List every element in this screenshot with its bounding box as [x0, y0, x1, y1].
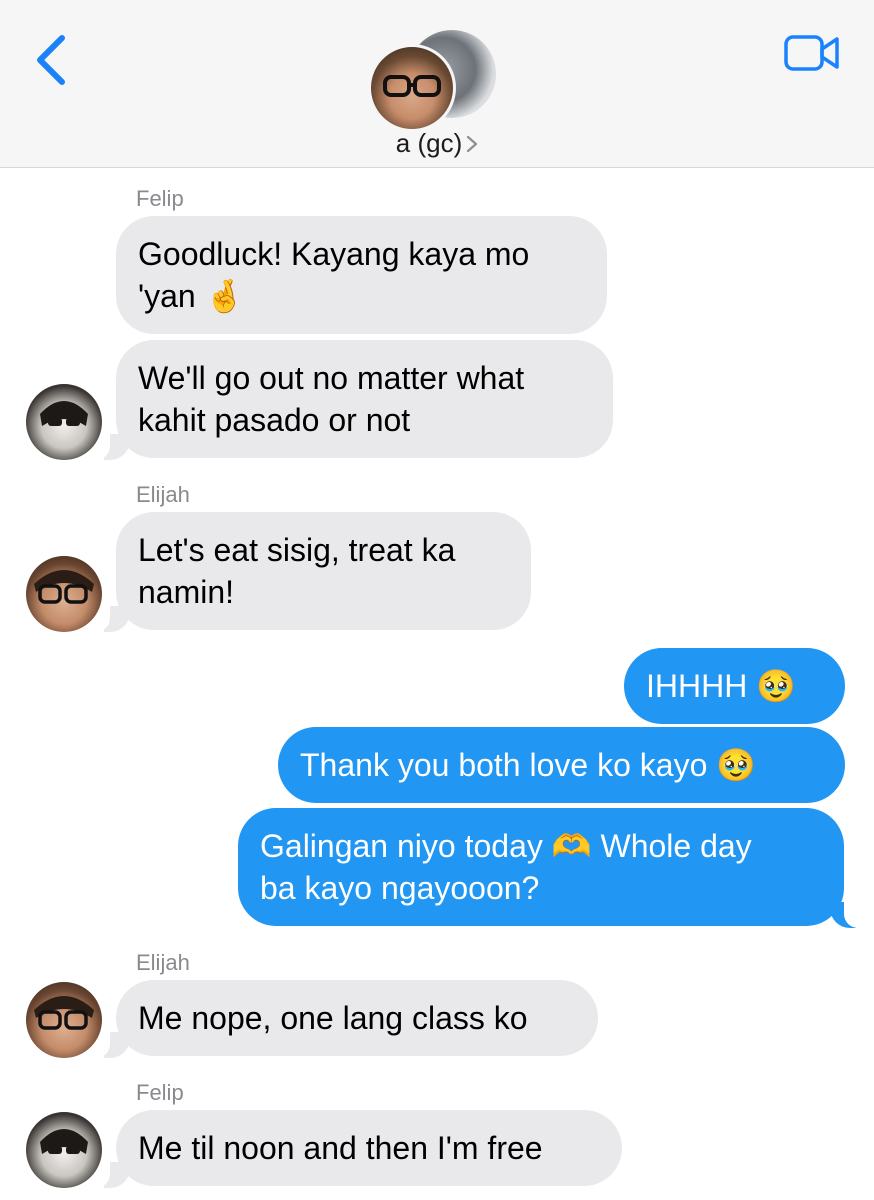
message-text: IHHHH 🥹: [646, 668, 797, 704]
message-text: namin!: [138, 574, 235, 610]
sender-name: Elijah: [136, 950, 190, 975]
message-bubble-incoming[interactable]: Let's eat sisig, treat ka namin!: [116, 512, 531, 630]
chat-title-button[interactable]: a (gc): [0, 128, 874, 159]
sender-name: Felip: [136, 186, 184, 211]
message-text: We'll go out no matter what: [138, 360, 525, 396]
avatar-felip[interactable]: [26, 384, 102, 460]
video-camera-icon: [784, 35, 839, 71]
chevron-right-icon: [466, 128, 478, 159]
message-text: Let's eat sisig, treat ka: [138, 532, 456, 568]
message-text: Me til noon and then I'm free: [138, 1130, 543, 1166]
message-text: Me nope, one lang class ko: [138, 1000, 528, 1036]
sender-name: Felip: [136, 1080, 184, 1105]
message-text: Galingan niyo today 🫶 Whole day: [260, 828, 752, 864]
message-text: kahit pasado or not: [138, 402, 411, 438]
sender-name: Elijah: [136, 482, 190, 507]
message-bubble-outgoing[interactable]: Galingan niyo today 🫶 Whole day ba kayo …: [238, 808, 844, 926]
avatar-felip[interactable]: [26, 1112, 102, 1188]
message-bubble-outgoing[interactable]: IHHHH 🥹: [624, 648, 845, 724]
message-bubble-incoming[interactable]: We'll go out no matter what kahit pasado…: [116, 340, 613, 458]
group-member-avatar-front: [368, 44, 456, 132]
group-avatar[interactable]: [368, 30, 508, 132]
message-text: Goodluck! Kayang kaya mo: [138, 236, 530, 272]
conversation-header: a (gc): [0, 0, 874, 168]
chevron-left-icon: [37, 35, 65, 85]
facetime-button[interactable]: [784, 34, 840, 72]
message-bubble-incoming[interactable]: Me til noon and then I'm free: [116, 1110, 622, 1186]
message-text: ba kayo ngayooon?: [260, 870, 540, 906]
message-bubble-incoming[interactable]: Goodluck! Kayang kaya mo 'yan 🤞: [116, 216, 607, 334]
message-bubble-incoming[interactable]: Me nope, one lang class ko: [116, 980, 598, 1056]
chat-title: a (gc): [395, 128, 463, 158]
message-text: 'yan 🤞: [138, 278, 245, 314]
message-bubble-outgoing[interactable]: Thank you both love ko kayo 🥹: [278, 727, 845, 803]
avatar-elijah[interactable]: [26, 556, 102, 632]
back-button[interactable]: [30, 34, 74, 86]
message-text: Thank you both love ko kayo 🥹: [300, 747, 757, 783]
avatar-elijah[interactable]: [26, 982, 102, 1058]
